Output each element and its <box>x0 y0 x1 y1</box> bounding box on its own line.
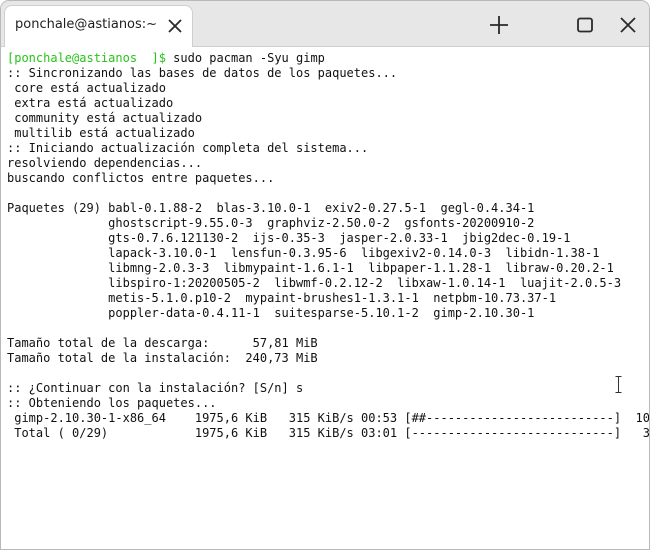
tab-close-button[interactable] <box>165 16 185 36</box>
output-line: poppler-data-0.4.11-1 suitesparse-5.10.1… <box>7 306 535 320</box>
output-line: Tamaño total de la instalación: 240,73 M… <box>7 351 318 365</box>
output-line: extra está actualizado <box>7 96 174 110</box>
output-line: metis-5.1.0.p10-2 mypaint-brushes1-1.3.1… <box>7 291 557 305</box>
close-window-button[interactable] <box>616 13 640 37</box>
terminal-tab[interactable]: ponchale@astianos:~ <box>4 5 193 47</box>
output-line: :: Obteniendo los paquetes... <box>7 396 217 410</box>
close-icon <box>620 17 636 33</box>
command-text: sudo pacman -Syu gimp <box>165 51 325 65</box>
output-line: :: Iniciando actualización completa del … <box>7 141 369 155</box>
command-line: [ponchale@astianos ]$ sudo pacman -Syu g… <box>7 51 645 66</box>
plus-icon <box>490 16 508 34</box>
new-tab-button[interactable] <box>487 13 511 37</box>
terminal-output[interactable]: [ponchale@astianos ]$ sudo pacman -Syu g… <box>7 51 650 545</box>
terminal-window: ponchale@astianos:~ [ponchale@astianos ]… <box>0 0 650 550</box>
output-line: :: Sincronizando las bases de datos de l… <box>7 66 398 80</box>
output-line: :: ¿Continuar con la instalación? [S/n] … <box>7 381 304 395</box>
output-line: community está actualizado <box>7 111 203 125</box>
maximize-icon <box>577 17 593 33</box>
progress-line: gimp-2.10.30-1-x86_64 1975,6 KiB 315 KiB… <box>7 411 650 425</box>
progress-line: Total ( 0/29) 1975,6 KiB 315 KiB/s 03:01… <box>7 426 650 440</box>
title-bar: ponchale@astianos:~ <box>1 1 649 47</box>
output-line: Paquetes (29) babl-0.1.88-2 blas-3.10.0-… <box>7 201 535 215</box>
close-icon <box>168 19 182 33</box>
maximize-button[interactable] <box>573 13 597 37</box>
text-cursor-icon <box>615 376 622 393</box>
output-line: libmng-2.0.3-3 libmypaint-1.6.1-1 libpap… <box>7 261 614 275</box>
output-line: multilib está actualizado <box>7 126 195 140</box>
output-line: resolviendo dependencias... <box>7 156 203 170</box>
tab-title: ponchale@astianos:~ <box>15 17 158 32</box>
shell-prompt: [ponchale@astianos ]$ <box>7 51 166 65</box>
output-line: libspiro-1:20200505-2 libwmf-0.2.12-2 li… <box>7 276 622 290</box>
output-line: core está actualizado <box>7 81 166 95</box>
output-line: gts-0.7.6.121130-2 ijs-0.35-3 jasper-2.0… <box>7 231 571 245</box>
output-line: lapack-3.10.0-1 lensfun-0.3.95-6 libgexi… <box>7 246 600 260</box>
output-line: buscando conflictos entre paquetes... <box>7 171 275 185</box>
output-line: Tamaño total de la descarga: 57,81 MiB <box>7 336 318 350</box>
output-line: ghostscript-9.55.0-3 graphviz-2.50.0-2 g… <box>7 216 535 230</box>
